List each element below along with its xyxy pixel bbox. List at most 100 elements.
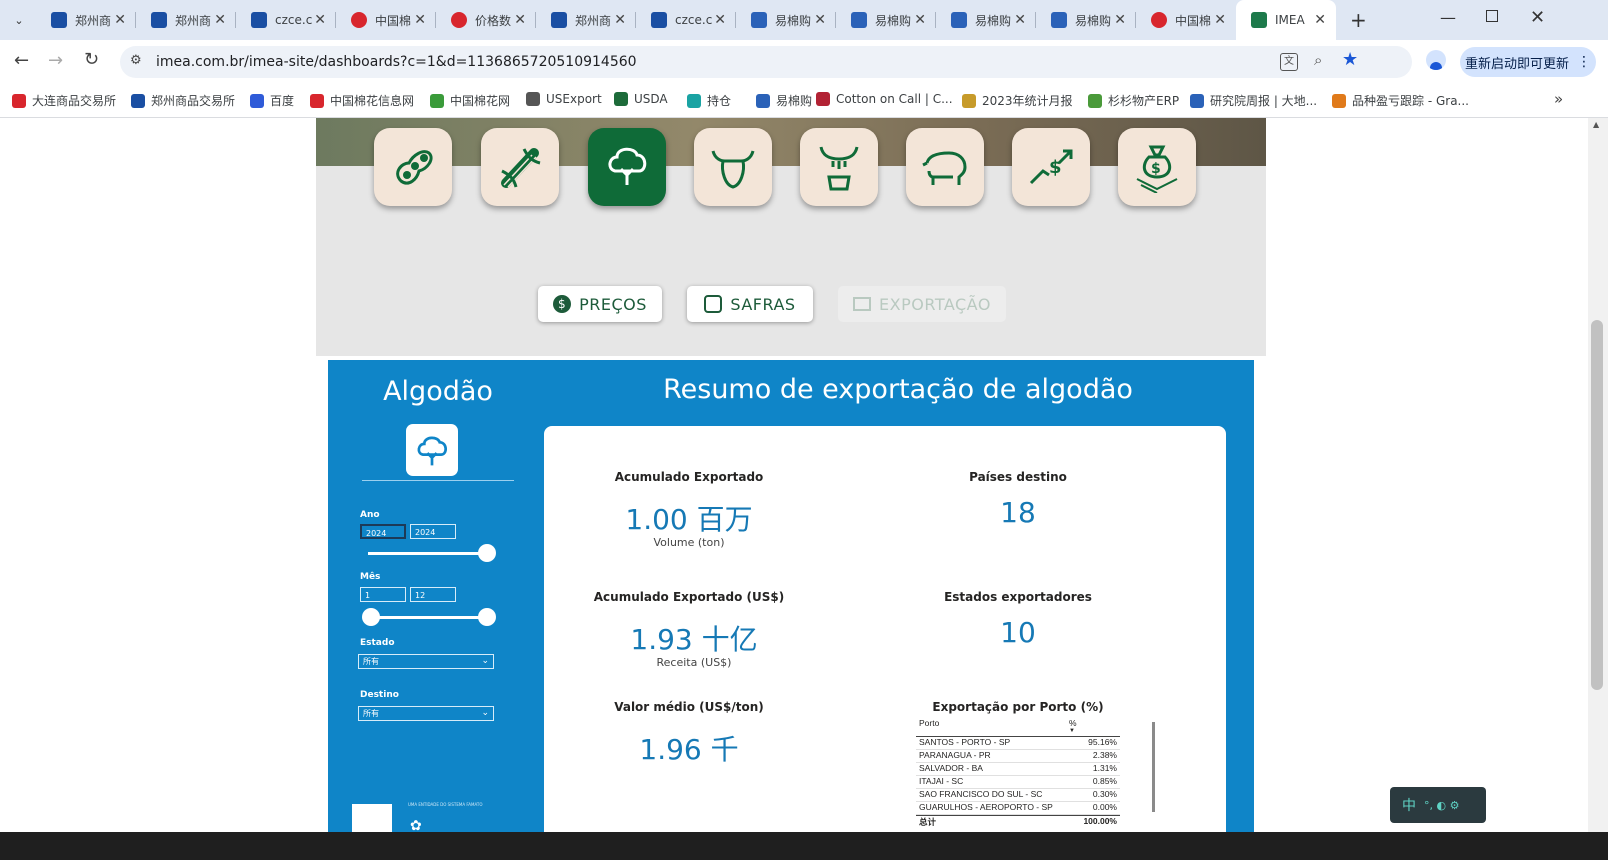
tab-close-icon[interactable]: ✕	[1214, 12, 1226, 28]
bookmark-item[interactable]: 持仓	[687, 92, 731, 109]
category-milho[interactable]	[481, 128, 559, 206]
tab-close-icon[interactable]: ✕	[614, 12, 626, 28]
browser-tab[interactable]: 易棉购 ✕	[936, 0, 1036, 40]
table-scrollbar[interactable]	[1152, 722, 1155, 812]
profile-avatar[interactable]	[1426, 50, 1446, 70]
bookmark-item[interactable]: 研究院周报 | 大地...	[1190, 92, 1317, 109]
bookmark-item[interactable]: 百度	[250, 92, 294, 109]
page-scrollbar-thumb[interactable]	[1591, 320, 1603, 690]
category-custos[interactable]: $	[1118, 128, 1196, 206]
bookmark-item[interactable]: 2023年统计月报	[962, 92, 1073, 109]
bookmark-favicon-icon	[962, 93, 976, 108]
category-boi[interactable]	[694, 128, 772, 206]
growth-dollar-icon: $	[1029, 149, 1073, 185]
tab-close-icon[interactable]: ✕	[1014, 12, 1026, 28]
mes-slider-end-handle[interactable]	[478, 608, 496, 626]
forward-button[interactable]: →	[48, 50, 63, 71]
more-menu-icon[interactable]: ⋮	[1577, 54, 1591, 70]
tab-close-icon[interactable]: ✕	[914, 12, 926, 28]
ano-slider-handle[interactable]	[478, 544, 496, 562]
bookmark-item[interactable]: 大连商品交易所	[12, 92, 116, 109]
back-button[interactable]: ←	[14, 50, 29, 71]
browser-tab[interactable]: 易棉购 ✕	[836, 0, 936, 40]
col-port-header[interactable]: Porto	[916, 718, 1069, 736]
mes-slider-track[interactable]	[368, 616, 486, 619]
tab-favicon-icon	[1051, 12, 1067, 28]
ano-to-input[interactable]: 2024	[410, 524, 456, 539]
zoom-icon[interactable]: ⌕	[1314, 51, 1322, 69]
bookmark-item[interactable]: 中国棉花网	[430, 92, 510, 109]
category-leite[interactable]	[800, 128, 878, 206]
tab-close-icon[interactable]: ✕	[714, 12, 726, 28]
tab-close-icon[interactable]: ✕	[1114, 12, 1126, 28]
browser-tab[interactable]: 中国棉 ✕	[1136, 0, 1236, 40]
tab-close-icon[interactable]: ✕	[414, 12, 426, 28]
col-pct-header[interactable]: % ▼	[1069, 718, 1120, 736]
tab-close-icon[interactable]: ✕	[1314, 12, 1326, 28]
tab-close-icon[interactable]: ✕	[114, 12, 126, 28]
browser-tab[interactable]: czce.c ✕	[236, 0, 336, 40]
bookmark-item[interactable]: 中国棉花信息网	[310, 92, 414, 109]
restore-button[interactable]	[1486, 10, 1498, 22]
table-row: SALVADOR - BA 1.31%	[916, 763, 1120, 776]
bookmark-item[interactable]: 品种盈亏跟踪 - Gra...	[1332, 92, 1469, 109]
bookmark-item[interactable]: Cotton on Call | C...	[816, 92, 953, 106]
ano-slider-track[interactable]	[368, 552, 486, 555]
category-suinos[interactable]	[906, 128, 984, 206]
close-window-button[interactable]: ✕	[1530, 7, 1545, 28]
reload-button[interactable]: ↻	[84, 49, 99, 70]
browser-tab[interactable]: 郑州商 ✕	[536, 0, 636, 40]
tab-exportacao[interactable]: EXPORTAÇÃO	[838, 286, 1006, 322]
site-info-icon[interactable]: ⚙	[130, 53, 142, 68]
browser-tab[interactable]: 价格数 ✕	[436, 0, 536, 40]
tab-precos[interactable]: $ PREÇOS	[538, 286, 662, 322]
tab-search-button[interactable]: ⌄	[8, 9, 30, 31]
browser-tab[interactable]: czce.c ✕	[636, 0, 736, 40]
bookmark-item[interactable]: 易棉购	[756, 92, 812, 109]
kpi-paises-label: Países destino	[969, 470, 1067, 484]
tab-close-icon[interactable]: ✕	[514, 12, 526, 28]
translate-icon[interactable]: 文	[1280, 53, 1298, 71]
address-bar[interactable]: ⚙ imea.com.br/imea-site/dashboards?c=1&d…	[120, 46, 1412, 78]
url-text[interactable]: imea.com.br/imea-site/dashboards?c=1&d=1…	[156, 54, 637, 70]
new-tab-button[interactable]: +	[1350, 8, 1367, 32]
browser-tab[interactable]: 中国棉 ✕	[336, 0, 436, 40]
update-button[interactable]: 重新启动即可更新 ⋮	[1460, 47, 1596, 77]
tab-safras[interactable]: SAFRAS	[687, 286, 813, 322]
destino-select[interactable]: 所有 ⌄	[358, 706, 494, 721]
ime-indicator[interactable]: 中 °, ◐ ⚙	[1390, 787, 1486, 823]
bookmark-item[interactable]: USDA	[614, 92, 668, 106]
bookmark-favicon-icon	[614, 92, 628, 106]
more-bookmarks-icon[interactable]: »	[1554, 90, 1563, 108]
browser-tab[interactable]: 易棉购 ✕	[1036, 0, 1136, 40]
browser-tab[interactable]: 郑州商 ✕	[136, 0, 236, 40]
browser-tab[interactable]: IMEA ✕	[1236, 0, 1336, 40]
mes-slider-start-handle[interactable]	[362, 608, 380, 626]
bookmark-label: USDA	[634, 92, 668, 106]
scroll-up-arrow[interactable]: ▲	[1593, 120, 1599, 129]
bookmark-label: 中国棉花信息网	[330, 94, 415, 108]
mes-from-input[interactable]: 1	[360, 587, 406, 602]
browser-tab[interactable]: 郑州商 ✕	[36, 0, 136, 40]
tab-favicon-icon	[451, 12, 467, 28]
bookmark-item[interactable]: 郑州商品交易所	[131, 92, 235, 109]
minimize-button[interactable]: —	[1440, 8, 1456, 27]
bookmark-item[interactable]: 杉杉物产ERP	[1088, 92, 1179, 109]
estado-select[interactable]: 所有 ⌄	[358, 654, 494, 669]
tab-close-icon[interactable]: ✕	[814, 12, 826, 28]
port-pct: 2.38%	[1092, 750, 1117, 760]
tab-close-icon[interactable]: ✕	[214, 12, 226, 28]
category-soja[interactable]	[374, 128, 452, 206]
table-row: GUARULHOS - AEROPORTO - SP 0.00%	[916, 802, 1120, 815]
kpi-estados-value: 10	[1000, 616, 1036, 649]
bookmark-star-icon[interactable]: ★	[1342, 49, 1358, 70]
mes-to-input[interactable]: 12	[410, 587, 456, 602]
ano-from-input[interactable]: 2024	[360, 524, 406, 539]
tab-favicon-icon	[1251, 12, 1267, 28]
tab-favicon-icon	[51, 12, 67, 28]
browser-tab[interactable]: 易棉购 ✕	[736, 0, 836, 40]
category-algodao[interactable]	[588, 128, 666, 206]
category-economia[interactable]: $	[1012, 128, 1090, 206]
tab-close-icon[interactable]: ✕	[314, 12, 326, 28]
bookmark-item[interactable]: USExport	[526, 92, 602, 106]
